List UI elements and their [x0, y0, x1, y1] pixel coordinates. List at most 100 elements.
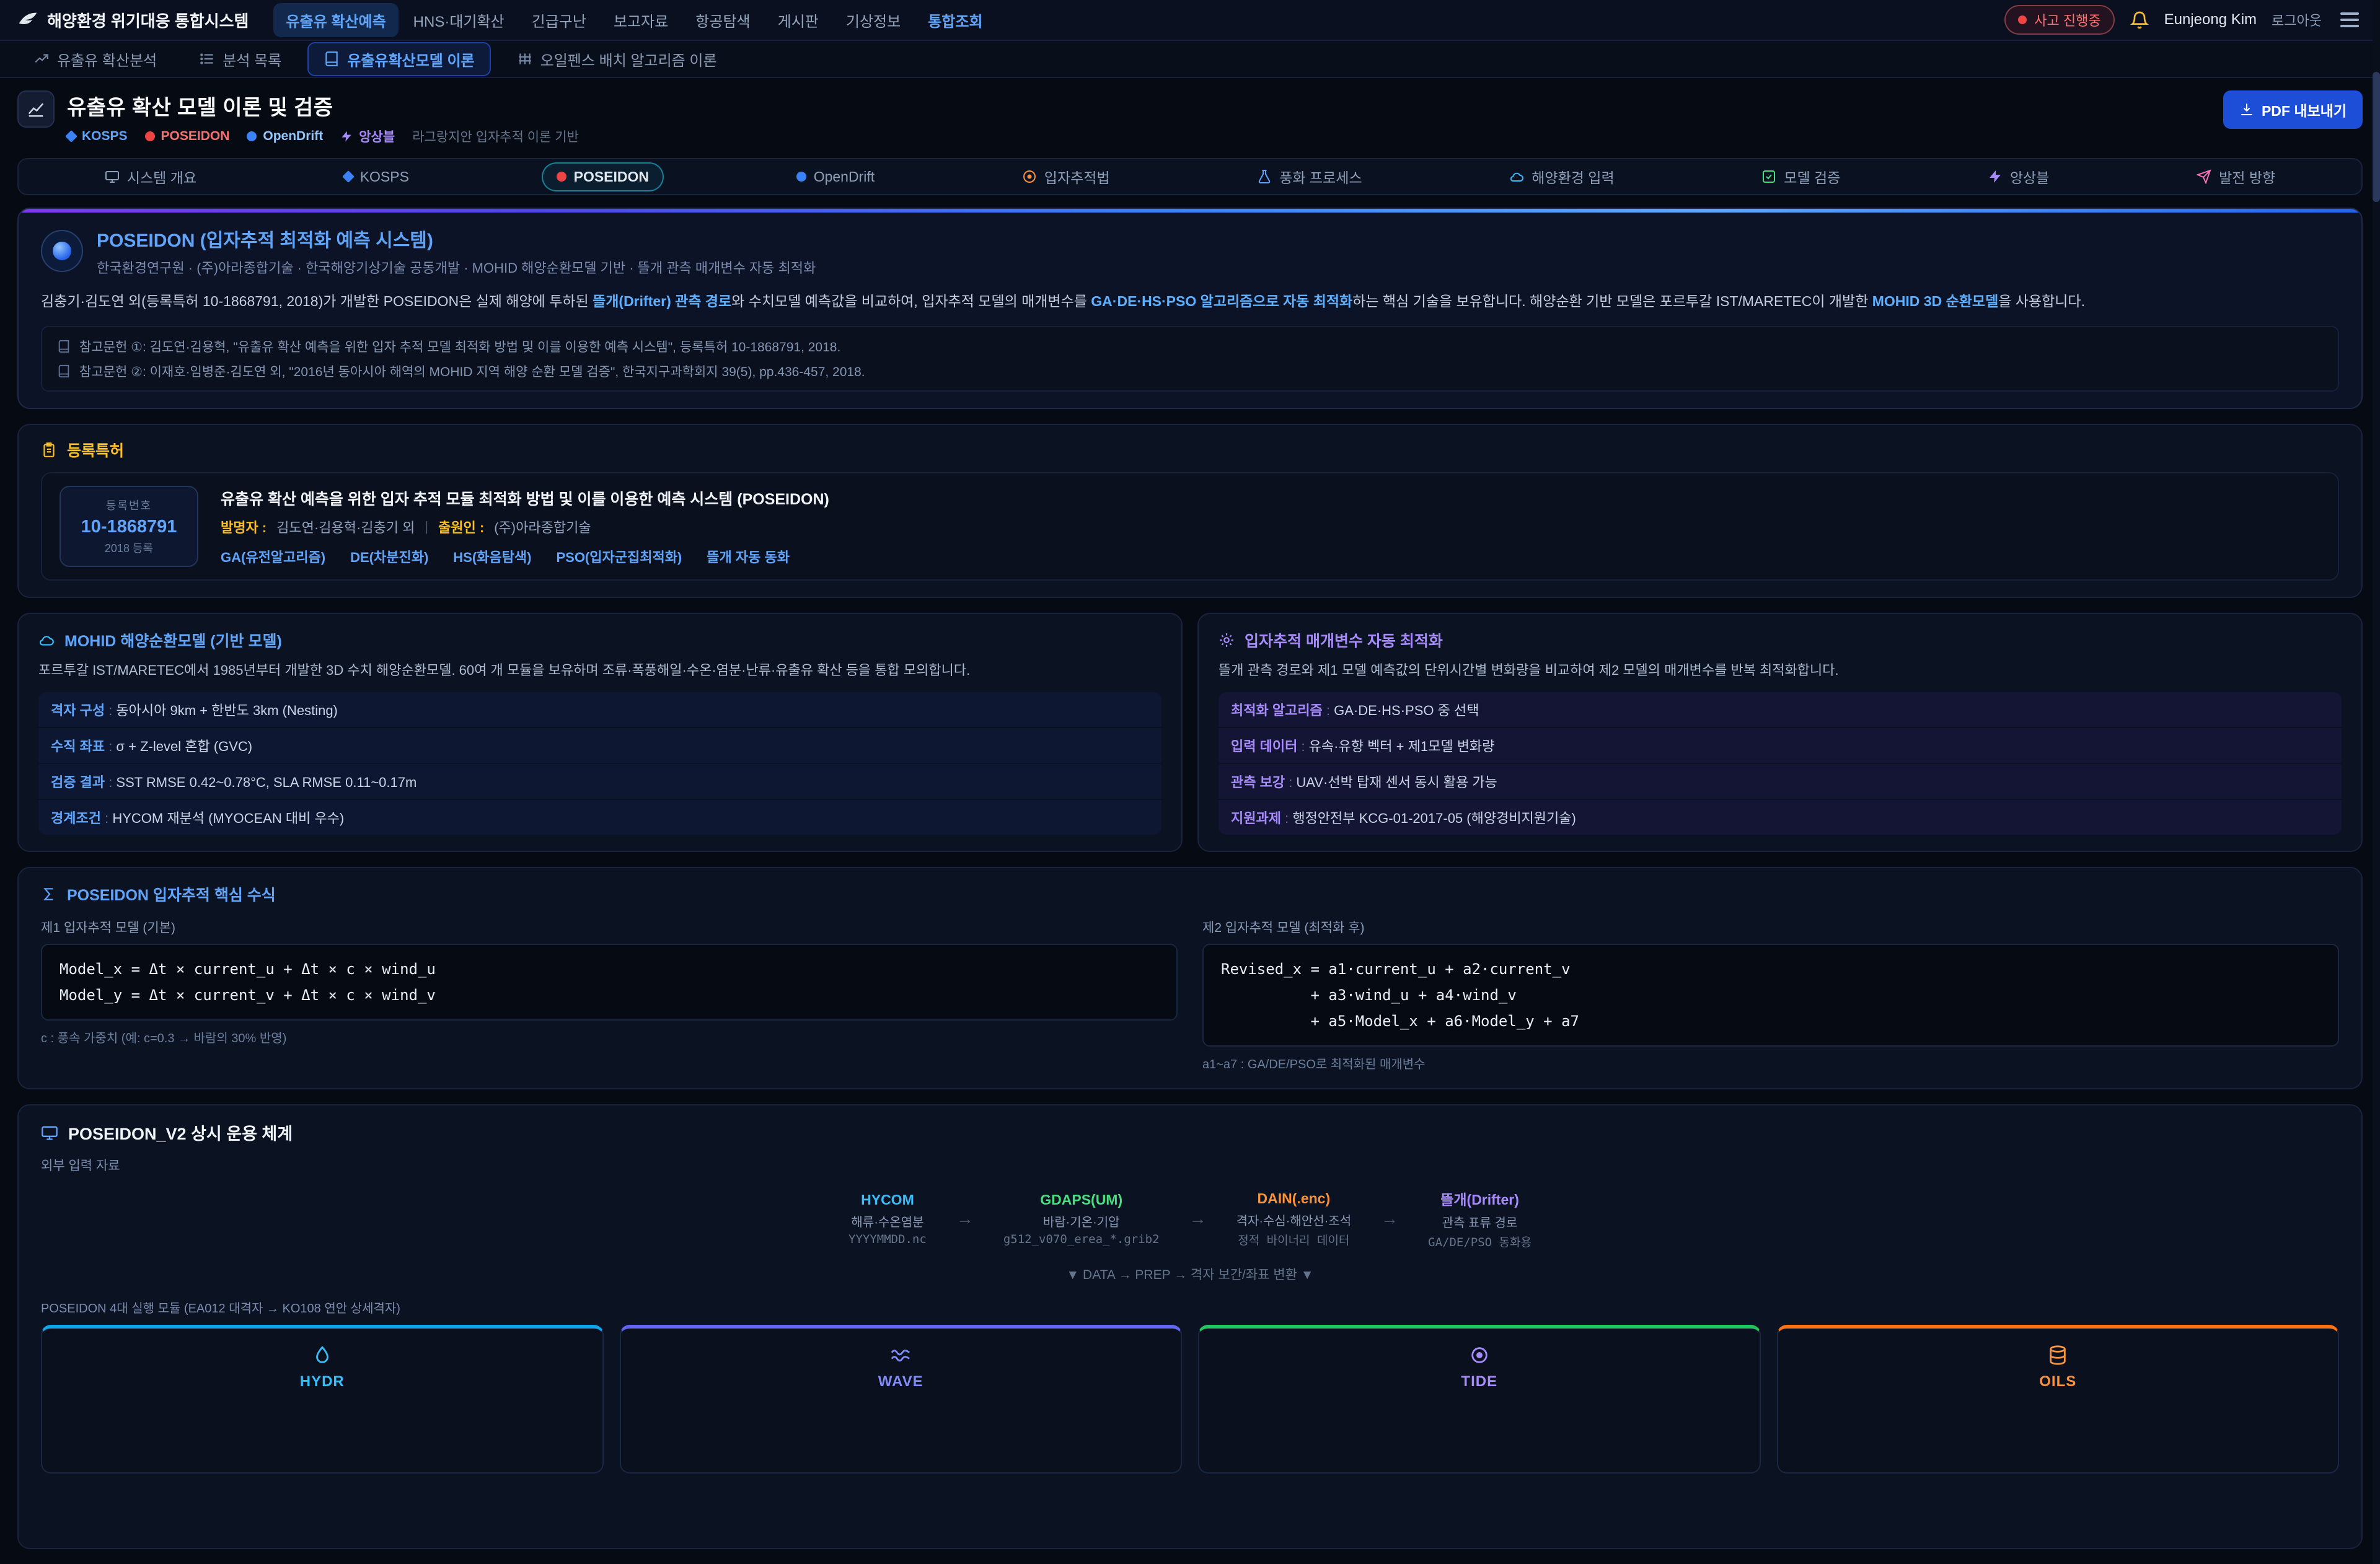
tab-analysis-list[interactable]: 분석 목록 [183, 42, 298, 76]
formula-grid: 제1 입자추적 모델 (기본) Model_x = Δt × current_u… [41, 918, 2339, 1072]
app-brand[interactable]: 해양환경 위기대응 통합시스템 [17, 9, 249, 32]
modules-grid: HYDR WAVE TIDE OILS [41, 1325, 2339, 1548]
nav-item-board[interactable]: 게시판 [765, 3, 831, 37]
model1-code: Model_x = Δt × current_u + Δt × c × wind… [41, 944, 1178, 1021]
section-nav-label: POSEIDON [574, 169, 649, 185]
badge-label: OpenDrift [263, 129, 323, 144]
blue-dot-icon [796, 172, 806, 182]
page-title: 유출유 확산 모델 이론 및 검증 [67, 90, 579, 121]
source-name: GDAPS(UM) [1003, 1192, 1160, 1208]
nav-item-integrated-search[interactable]: 통합조회 [915, 3, 995, 37]
section-nav-weathering[interactable]: 풍화 프로세스 [1242, 160, 1377, 193]
tab-model-theory[interactable]: 유출유확산모델 이론 [307, 42, 490, 76]
spec-value: HYCOM 재분석 (MYOCEAN 대비 우수) [112, 811, 344, 826]
tab-oilfence-theory[interactable]: 오일펜스 배치 알고리즘 이론 [501, 42, 733, 76]
tag-de[interactable]: DE(차분진화) [350, 547, 428, 566]
nav-item-emergency-rescue[interactable]: 긴급구난 [519, 3, 599, 37]
tag-drifter-assimilation[interactable]: 뜰개 자동 동화 [707, 547, 790, 566]
section-nav-roadmap[interactable]: 발전 방향 [2182, 160, 2290, 193]
patent-title: 유출유 확산 예측을 위한 입자 추적 모듈 최적화 방법 및 이를 이용한 예… [221, 487, 829, 509]
badge-label: KOSPS [82, 129, 128, 144]
poseidon-card-header: POSEIDON (입자추적 최적화 예측 시스템) 한국환경연구원 · (주)… [41, 225, 2339, 277]
bell-icon[interactable] [2130, 10, 2149, 30]
page-icon [17, 90, 55, 128]
list-icon [199, 51, 215, 67]
data-source-drifter: 뜰개(Drifter) 관측 표류 경로 GA/DE/PSO 동화용 [1428, 1188, 1532, 1250]
code-line: Model_y = Δt × current_v + Δt × c × wind… [60, 982, 1159, 1008]
patent-reg-year: 2018 등록 [78, 540, 180, 556]
red-dot-icon [145, 131, 155, 141]
nav-item-hns-diffusion[interactable]: HNS·대기확산 [401, 3, 517, 37]
spec-row: 수직 좌표σ + Z-level 혼합 (GVC) [38, 728, 1161, 764]
pdf-export-label: PDF 내보내기 [2262, 99, 2347, 120]
section-nav-label: 모델 검증 [1784, 166, 1840, 187]
mohid-card-title: MOHID 해양순환모델 (기반 모델) [64, 629, 282, 651]
lightning-icon [1988, 169, 2003, 184]
spec-label: 지원과제 [1231, 811, 1292, 826]
section-nav-particle-tracking[interactable]: 입자추적법 [1007, 160, 1125, 193]
section-nav-poseidon[interactable]: POSEIDON [542, 162, 664, 191]
blue-dot-icon [247, 131, 257, 141]
spec-row: 경계조건HYCOM 재분석 (MYOCEAN 대비 우수) [38, 800, 1161, 835]
text-fragment: 김충기·김도연 외(등록특허 10-1868791, 2018)가 개발한 PO… [41, 293, 593, 309]
module-name: WAVE [878, 1373, 923, 1390]
optimization-spec-rows: 최적화 알고리즘GA·DE·HS·PSO 중 선택 입력 데이터유속·유향 벡터… [1219, 692, 2342, 835]
applicant-label: 출원인 : [438, 517, 484, 537]
page-title-block: 유출유 확산 모델 이론 및 검증 KOSPS POSEIDON OpenDri… [67, 90, 579, 146]
model1-label: 제1 입자추적 모델 (기본) [41, 918, 1178, 936]
module-card-oils: OILS [1777, 1325, 2340, 1474]
book-icon [57, 364, 71, 378]
section-nav-label: 앙상블 [2010, 166, 2049, 187]
section-nav-system-overview[interactable]: 시스템 개요 [90, 160, 211, 193]
badge-poseidon: POSEIDON [145, 129, 230, 144]
spec-value: σ + Z-level 혼합 (GVC) [116, 739, 252, 754]
hamburger-menu-icon[interactable] [2337, 9, 2363, 31]
section-nav-ocean-input[interactable]: 해양환경 입력 [1494, 160, 1629, 193]
badge-note: 라그랑지안 입자추적 이론 기반 [412, 127, 579, 146]
source-name: HYCOM [848, 1192, 927, 1208]
section-nav-opendrift[interactable]: OpenDrift [782, 162, 889, 191]
scrollbar-thumb[interactable] [2373, 72, 2380, 202]
optimization-card-title: 입자추적 매개변수 자동 최적화 [1245, 629, 1443, 651]
spec-row: 격자 구성동아시아 9km + 한반도 3km (Nesting) [38, 692, 1161, 728]
nav-item-weather-info[interactable]: 기상정보 [834, 3, 913, 37]
page-header: 유출유 확산 모델 이론 및 검증 KOSPS POSEIDON OpenDri… [0, 78, 2380, 156]
module-name: TIDE [1461, 1373, 1497, 1390]
tag-pso[interactable]: PSO(입자군집최적화) [556, 547, 682, 566]
target-icon [1022, 169, 1037, 184]
formula-card-title: POSEIDON 입자추적 핵심 수식 [67, 883, 276, 905]
model-detail-row: MOHID 해양순환모델 (기반 모델) 포르투갈 IST/MARETEC에서 … [17, 613, 2363, 852]
logout-button[interactable]: 로그아웃 [2272, 10, 2322, 30]
section-nav-model-validation[interactable]: 모델 검증 [1747, 160, 1855, 193]
section-nav-label: 풍화 프로세스 [1279, 166, 1362, 187]
tab-spill-analysis[interactable]: 유출유 확산분석 [17, 42, 173, 76]
highlight-optimization: GA·DE·HS·PSO 알고리즘으로 자동 최적화 [1091, 293, 1352, 309]
patent-tags: GA(유전알고리즘) DE(차분진화) HS(화음탐색) PSO(입자군집최적화… [221, 547, 829, 566]
nav-item-spill-prediction[interactable]: 유출유 확산예측 [273, 3, 398, 37]
code-line: Model_x = Δt × current_u + Δt × c × wind… [60, 956, 1159, 982]
pdf-export-button[interactable]: PDF 내보내기 [2223, 90, 2363, 129]
incident-status-badge[interactable]: 사고 진행중 [2004, 5, 2114, 35]
operations-card-header: POSEIDON_V2 상시 운용 체계 [41, 1120, 2339, 1144]
section-nav-ensemble[interactable]: 앙상블 [1973, 160, 2064, 193]
section-nav-kosps[interactable]: KOSPS [329, 162, 424, 191]
database-icon [2047, 1345, 2068, 1366]
section-nav-label: 발전 방향 [2219, 166, 2275, 187]
arrow-icon: → [956, 1209, 974, 1229]
badge-opendrift: OpenDrift [247, 129, 323, 144]
arrow-icon: → [1381, 1209, 1398, 1229]
poseidon-heading-block: POSEIDON (입자추적 최적화 예측 시스템) 한국환경연구원 · (주)… [97, 225, 816, 277]
nav-item-reports[interactable]: 보고자료 [601, 3, 681, 37]
modules-label: POSEIDON 4대 실행 모듈 (EA012 대격자 → KO108 연안 … [41, 1298, 2339, 1316]
code-line: Revised_x = a1·current_u + a2·current_v [1221, 956, 2320, 982]
lightning-icon [340, 130, 353, 143]
tag-hs[interactable]: HS(화음탐색) [453, 547, 531, 566]
tab-label: 유출유확산모델 이론 [347, 48, 474, 70]
text-fragment: 와 수치모델 예측값을 비교하여, 입자추적 모델의 매개변수를 [731, 293, 1091, 309]
data-sources-row: HYCOM 해류·수온염분 YYYYMMDD.nc → GDAPS(UM) 바람… [41, 1188, 2339, 1250]
spec-label: 관측 보강 [1231, 775, 1296, 790]
source-file: YYYYMMDD.nc [848, 1232, 927, 1246]
model1-block: 제1 입자추적 모델 (기본) Model_x = Δt × current_u… [41, 918, 1178, 1072]
tag-ga[interactable]: GA(유전알고리즘) [221, 547, 325, 566]
nav-item-aerial-search[interactable]: 항공탐색 [683, 3, 762, 37]
